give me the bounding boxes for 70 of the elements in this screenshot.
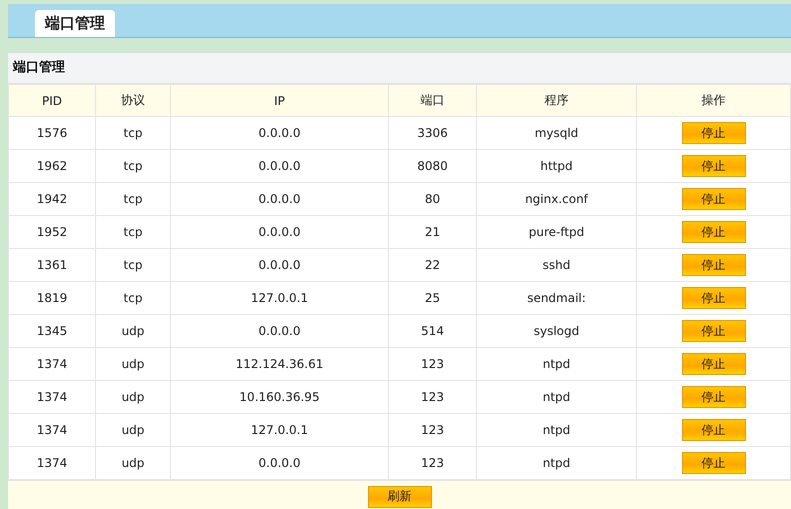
column-header: 程序 (476, 84, 636, 116)
stop-button[interactable]: 停止 (682, 221, 746, 243)
table-cell: udp (96, 348, 170, 380)
table-cell: ntpd (476, 380, 636, 414)
table-cell: 0.0.0.0 (170, 314, 388, 348)
table-cell: 1942 (8, 182, 96, 216)
table-cell: 123 (388, 348, 476, 380)
table-cell: tcp (96, 150, 170, 182)
table-cell: 21 (388, 216, 476, 248)
table-cell: 1361 (8, 248, 96, 282)
table-cell: tcp (96, 282, 170, 314)
table-cell: tcp (96, 182, 170, 216)
table-cell: httpd (476, 150, 636, 182)
stop-button[interactable]: 停止 (682, 188, 746, 210)
table-cell: sendmail: (476, 282, 636, 314)
table-cell: 22 (388, 248, 476, 282)
table-cell: 123 (388, 380, 476, 414)
table-cell: 0.0.0.0 (170, 116, 388, 150)
table-cell: 1345 (8, 314, 96, 348)
table-cell: mysqld (476, 116, 636, 150)
table-cell: 3306 (388, 116, 476, 150)
table-cell: 1374 (8, 414, 96, 446)
table-cell: tcp (96, 216, 170, 248)
table-cell: ntpd (476, 348, 636, 380)
table-cell: 25 (388, 282, 476, 314)
table-cell: tcp (96, 248, 170, 282)
column-header: IP (170, 84, 388, 116)
table-cell: tcp (96, 116, 170, 150)
stop-button[interactable]: 停止 (682, 353, 746, 375)
table-cell: ntpd (476, 414, 636, 446)
table-cell: 1962 (8, 150, 96, 182)
table-cell: 0.0.0.0 (170, 216, 388, 248)
table-cell: 1374 (8, 348, 96, 380)
table-cell: 1952 (8, 216, 96, 248)
table-cell: 0.0.0.0 (170, 182, 388, 216)
stop-button[interactable]: 停止 (682, 320, 746, 342)
table-cell: udp (96, 380, 170, 414)
table-cell: 1576 (8, 116, 96, 150)
table-cell: pure-ftpd (476, 216, 636, 248)
stop-button[interactable]: 停止 (682, 254, 746, 276)
refresh-button[interactable]: 刷新 (368, 486, 432, 508)
column-header: 操作 (636, 84, 790, 116)
table-cell: 123 (388, 414, 476, 446)
stop-button[interactable]: 停止 (682, 452, 746, 474)
table-cell: 127.0.0.1 (170, 414, 388, 446)
table-cell: syslogd (476, 314, 636, 348)
table-cell: 8080 (388, 150, 476, 182)
tab[interactable]: 端口管理 (35, 10, 115, 37)
table-cell: 0.0.0.0 (170, 150, 388, 182)
table-cell: 514 (388, 314, 476, 348)
table-cell: sshd (476, 248, 636, 282)
table-cell: 0.0.0.0 (170, 248, 388, 282)
stop-button[interactable]: 停止 (682, 386, 746, 408)
column-header: PID (8, 84, 96, 116)
table-cell: 80 (388, 182, 476, 216)
column-header: 协议 (96, 84, 170, 116)
table-cell: nginx.conf (476, 182, 636, 216)
stop-button[interactable]: 停止 (682, 122, 746, 144)
table-cell: udp (96, 314, 170, 348)
table-cell: 1819 (8, 282, 96, 314)
stop-button[interactable]: 停止 (682, 155, 746, 177)
table-cell: 127.0.0.1 (170, 282, 388, 314)
table-cell: 10.160.36.95 (170, 380, 388, 414)
stop-button[interactable]: 停止 (682, 419, 746, 441)
column-header: 端口 (388, 84, 476, 116)
stop-button[interactable]: 停止 (682, 287, 746, 309)
table-cell: 1374 (8, 380, 96, 414)
table-cell: 112.124.36.61 (170, 348, 388, 380)
section-title: 端口管理 (8, 53, 791, 84)
table-cell: udp (96, 414, 170, 446)
